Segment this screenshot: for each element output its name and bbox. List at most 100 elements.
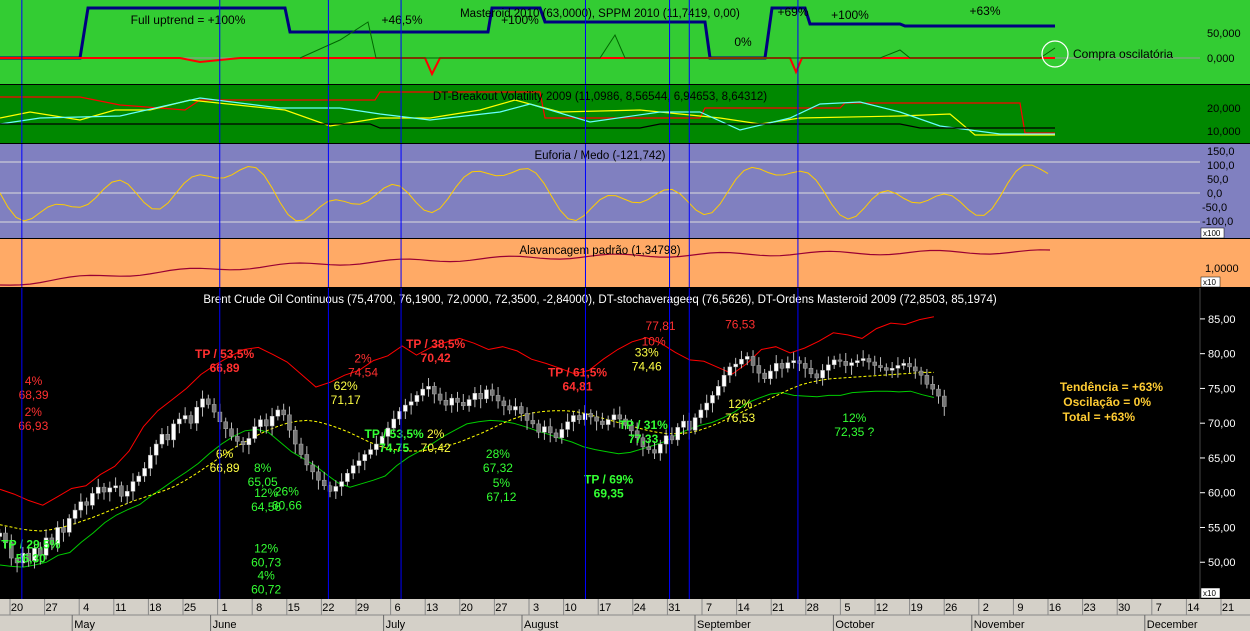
x-day-label-18: 24 bbox=[634, 602, 646, 614]
candle-body-83 bbox=[478, 393, 483, 400]
candle-body-40 bbox=[229, 428, 234, 437]
candle-body-140 bbox=[808, 368, 814, 375]
candle-body-41 bbox=[235, 436, 240, 442]
candle-body-80 bbox=[461, 402, 466, 407]
candle-body-15 bbox=[84, 501, 89, 506]
candle-body-74 bbox=[426, 386, 431, 390]
candle-body-53 bbox=[304, 454, 310, 466]
price-title: Brent Crude Oil Continuous (75,4700, 76,… bbox=[203, 294, 997, 306]
x-day-label-11: 6 bbox=[395, 602, 401, 614]
candle-body-14 bbox=[78, 501, 84, 511]
x-day-label-6: 1 bbox=[222, 602, 228, 614]
price-multiplier: x10 bbox=[1203, 589, 1216, 598]
masteroid-tick-50: 50,000 bbox=[1207, 28, 1241, 40]
x-day-label-12: 13 bbox=[426, 602, 438, 614]
candle-body-49 bbox=[281, 409, 286, 416]
candle-body-152 bbox=[878, 365, 883, 368]
candle-body-93 bbox=[536, 423, 541, 433]
candle-body-145 bbox=[837, 359, 843, 362]
candle-body-117 bbox=[675, 427, 680, 441]
candle-body-48 bbox=[275, 409, 281, 417]
candle-body-35 bbox=[200, 398, 205, 408]
candle-body-27 bbox=[153, 443, 159, 456]
euforia-tick-50: 50,0 bbox=[1207, 174, 1228, 186]
x-day-label-19: 31 bbox=[668, 602, 680, 614]
x-day-label-16: 10 bbox=[564, 602, 576, 614]
trade-value-20: 74,46 bbox=[632, 359, 662, 373]
x-day-label-32: 30 bbox=[1118, 602, 1130, 614]
x-day-label-4: 18 bbox=[149, 602, 161, 614]
candle-body-86 bbox=[495, 395, 501, 402]
alavancagem-tick: 1,0000 bbox=[1205, 263, 1239, 275]
euforia-panel: Euforia / Medo (-121,742) 150,0 100,0 50… bbox=[0, 144, 1250, 239]
trade-label-17: TP / 61,5% bbox=[548, 366, 607, 380]
candle-body-97 bbox=[559, 429, 565, 439]
candle-body-0 bbox=[0, 532, 2, 537]
trade-label-9: 4% bbox=[257, 569, 275, 583]
candle-body-33 bbox=[188, 415, 194, 424]
candle-body-16 bbox=[90, 493, 95, 506]
candle-body-62 bbox=[356, 460, 362, 466]
candle-body-42 bbox=[240, 441, 246, 445]
candle-body-18 bbox=[101, 486, 107, 493]
trade-label-16: 5% bbox=[493, 476, 511, 490]
candle-body-36 bbox=[206, 398, 211, 405]
candle-body-84 bbox=[484, 389, 489, 400]
masteroid-label-46: +46,5% bbox=[381, 13, 422, 27]
candle-body-126 bbox=[727, 366, 733, 376]
candle-body-21 bbox=[119, 485, 124, 497]
y-tick-label-7: 85,00 bbox=[1208, 314, 1236, 326]
x-day-label-28: 2 bbox=[983, 602, 989, 614]
summary-tendencia: Tendência = +63% bbox=[1060, 380, 1163, 394]
x-day-label-20: 7 bbox=[706, 602, 712, 614]
euforia-multiplier: x100 bbox=[1203, 229, 1221, 238]
summary-total: Total = +63% bbox=[1063, 410, 1136, 424]
y-tick-label-2: 60,00 bbox=[1208, 488, 1236, 500]
trade-value-24: 76,53 bbox=[725, 411, 755, 425]
trade-value-16: 67,12 bbox=[486, 490, 516, 504]
x-day-label-7: 8 bbox=[256, 602, 262, 614]
trade-label-3: TP / 53,5% bbox=[195, 347, 254, 361]
trade-value-0: 56,30 bbox=[16, 551, 46, 565]
candle-body-72 bbox=[414, 395, 420, 402]
trade-value-19: 77,33 bbox=[628, 432, 658, 446]
chart-stage: Masteroid 2010 (63,0000), SPPM 2010 (11,… bbox=[0, 0, 1250, 631]
candle-body-81 bbox=[466, 399, 472, 407]
euforia-tick-0: 0,0 bbox=[1207, 188, 1222, 200]
x-day-label-31: 23 bbox=[1083, 602, 1095, 614]
candle-body-91 bbox=[524, 413, 530, 421]
trade-value-15: 67,32 bbox=[483, 461, 513, 475]
trade-label-7: 26% bbox=[275, 484, 299, 498]
candle-body-32 bbox=[182, 415, 188, 420]
candle-body-125 bbox=[721, 374, 727, 387]
candle-body-102 bbox=[588, 413, 594, 418]
month-label-3: August bbox=[524, 619, 558, 631]
trade-label-19: TP / 31% bbox=[619, 418, 668, 432]
y-tick-label-6: 80,00 bbox=[1208, 349, 1236, 361]
month-label-6: November bbox=[974, 619, 1025, 631]
x-day-label-9: 22 bbox=[322, 602, 334, 614]
candle-body-71 bbox=[408, 401, 414, 406]
candle-body-128 bbox=[739, 358, 744, 365]
trade-label-8: 12% bbox=[254, 542, 278, 556]
x-day-label-13: 20 bbox=[461, 602, 473, 614]
euforia-title: Euforia / Medo (-121,742) bbox=[534, 150, 665, 162]
candle-body-148 bbox=[855, 360, 860, 363]
month-label-1: June bbox=[213, 619, 237, 631]
candle-body-131 bbox=[756, 365, 762, 374]
candle-body-124 bbox=[716, 386, 721, 396]
candle-body-55 bbox=[316, 471, 321, 481]
x-day-label-3: 11 bbox=[115, 602, 126, 614]
masteroid-label-69: +69% bbox=[777, 5, 808, 19]
candle-body-52 bbox=[298, 443, 304, 455]
candle-body-24 bbox=[136, 475, 142, 482]
masteroid-axis-background bbox=[1200, 0, 1250, 84]
candle-body-87 bbox=[501, 400, 507, 407]
trade-value-17: 64,81 bbox=[563, 380, 593, 394]
trade-value-2: 66,93 bbox=[18, 419, 48, 433]
alavancagem-title: Alavancagem padrão (1,34798) bbox=[519, 245, 680, 257]
candle-body-51 bbox=[292, 429, 298, 445]
candle-body-161 bbox=[930, 384, 935, 390]
candle-body-98 bbox=[565, 421, 570, 430]
candle-body-139 bbox=[802, 363, 808, 369]
